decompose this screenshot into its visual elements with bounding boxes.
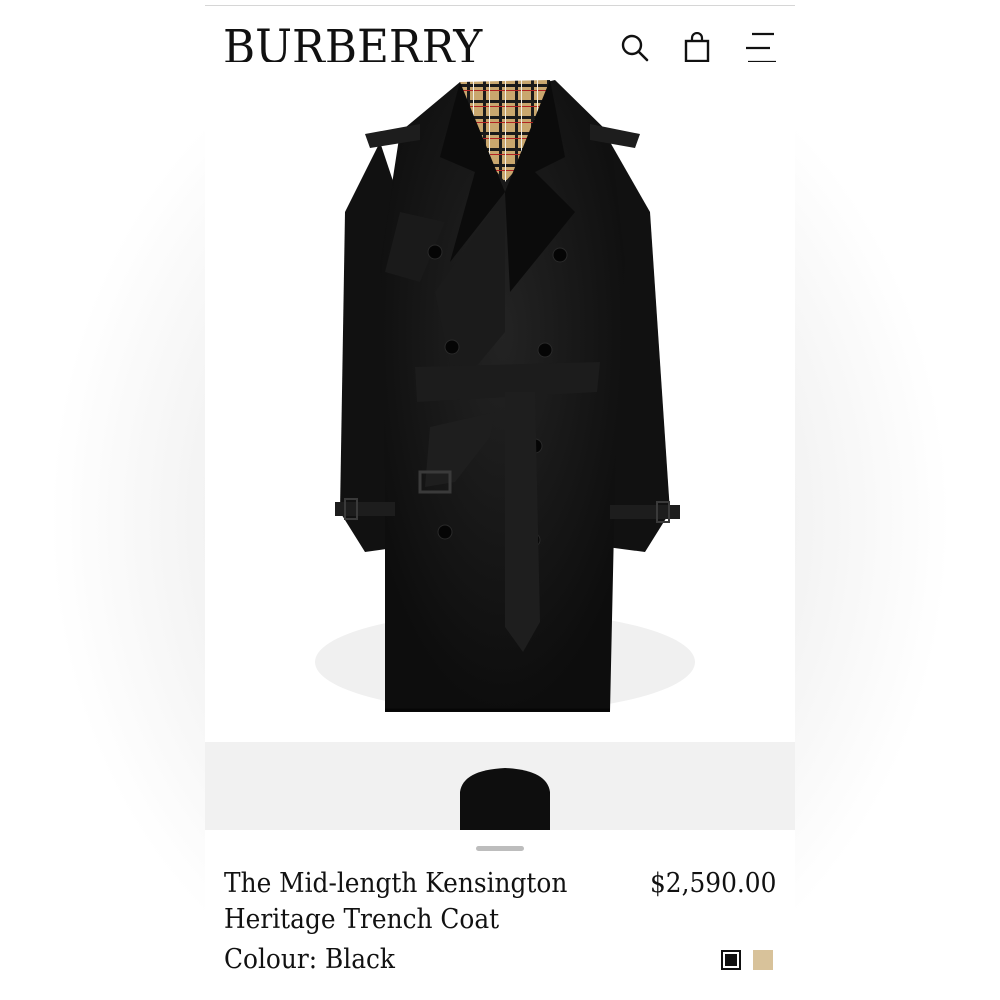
swatch-black[interactable]	[721, 950, 741, 970]
search-icon	[621, 34, 649, 62]
product-title-line-1: The Mid-length Kensington	[224, 868, 568, 899]
shopping-bag-icon	[684, 32, 710, 63]
product-price: $2,590.00	[649, 868, 776, 899]
drag-handle[interactable]	[476, 846, 524, 851]
colour-swatches	[721, 950, 773, 970]
product-title-line-2: Heritage Trench Coat	[224, 904, 500, 935]
trench-coat-image	[315, 80, 695, 712]
phone-screen: BURBERRY The Mid-length Kensington Herit…	[205, 0, 795, 1000]
product-main-image[interactable]	[205, 62, 795, 742]
product-info-panel: The Mid-length Kensington Heritage Trenc…	[205, 830, 795, 1000]
colour-label: Colour: Black	[224, 944, 395, 975]
next-image-preview[interactable]	[205, 742, 795, 832]
menu-icon	[746, 32, 776, 64]
product-title: The Mid-length Kensington Heritage Trenc…	[224, 866, 592, 938]
swatch-honey[interactable]	[753, 950, 773, 970]
coat-collar-thumbnail	[205, 742, 795, 832]
